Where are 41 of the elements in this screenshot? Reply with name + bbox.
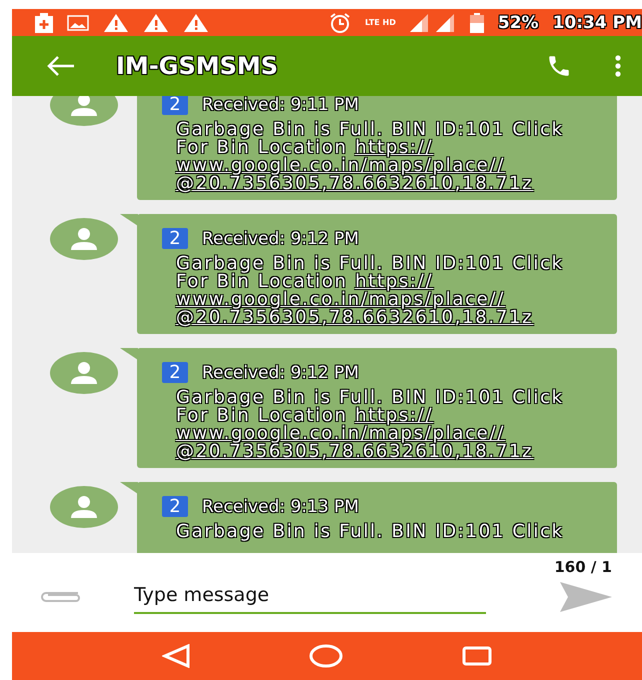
square-icon [462, 646, 492, 666]
more-button[interactable] [614, 55, 622, 77]
received-time: Received: 9:12 PM [202, 228, 359, 248]
signal-icon [410, 14, 456, 32]
received-time: Received: 9:13 PM [202, 496, 359, 516]
sim-badge: 2 [162, 96, 188, 115]
message-text: Garbage Bin is Full. BIN ID:101 Click For Bin Location https:// www.google.co.in/maps/place// @20.7356305,78.6632610,18.71z [176, 389, 565, 461]
warning-icon [183, 12, 209, 32]
message-input[interactable]: Type message [134, 580, 486, 614]
sim-badge: 2 [162, 228, 188, 249]
clock-time: 10:34 PM [552, 12, 642, 32]
triangle-icon [162, 644, 190, 668]
message-link[interactable]: https:// [355, 405, 434, 426]
sim-badge: 2 [162, 362, 188, 383]
warning-icon [143, 12, 169, 32]
recents-button[interactable] [462, 646, 492, 666]
home-button[interactable] [308, 644, 343, 668]
received-time: Received: 9:11 PM [202, 96, 359, 114]
message-text: Garbage Bin is Full. BIN ID:101 Click For Bin Location https:// www.google.co.in/maps/place// @20.7356305,78.6632610,18.71z [176, 255, 565, 327]
battery-percent: 52% [498, 12, 539, 32]
battery-plus-icon [35, 12, 53, 32]
back-arrow-icon [46, 55, 76, 77]
message-text: Garbage Bin is Full. BIN ID:101 Click [176, 523, 565, 541]
more-vertical-icon [614, 55, 622, 77]
character-counter: 160 / 1 [554, 558, 612, 576]
back-button[interactable] [46, 55, 76, 77]
sim-badge: 2 [162, 496, 188, 517]
nav-back-button[interactable] [162, 644, 190, 668]
warning-icon [103, 12, 129, 32]
send-button[interactable] [560, 582, 612, 612]
circle-icon [308, 644, 343, 668]
message-link[interactable]: https:// [355, 271, 434, 292]
received-time: Received: 9:12 PM [202, 362, 359, 382]
image-icon [67, 14, 89, 30]
battery-icon [470, 12, 484, 32]
alarm-icon [329, 12, 352, 32]
send-icon [560, 582, 612, 612]
message-text: Garbage Bin is Full. BIN ID:101 Click For Bin Location https:// www.google.co.in/maps/place// @20.7356305,78.6632610,18.71z [176, 121, 565, 193]
message-link[interactable]: https:// [355, 137, 434, 158]
network-type: LTE HD [365, 18, 396, 27]
contact-title: IM-GSMSMS [116, 52, 280, 80]
